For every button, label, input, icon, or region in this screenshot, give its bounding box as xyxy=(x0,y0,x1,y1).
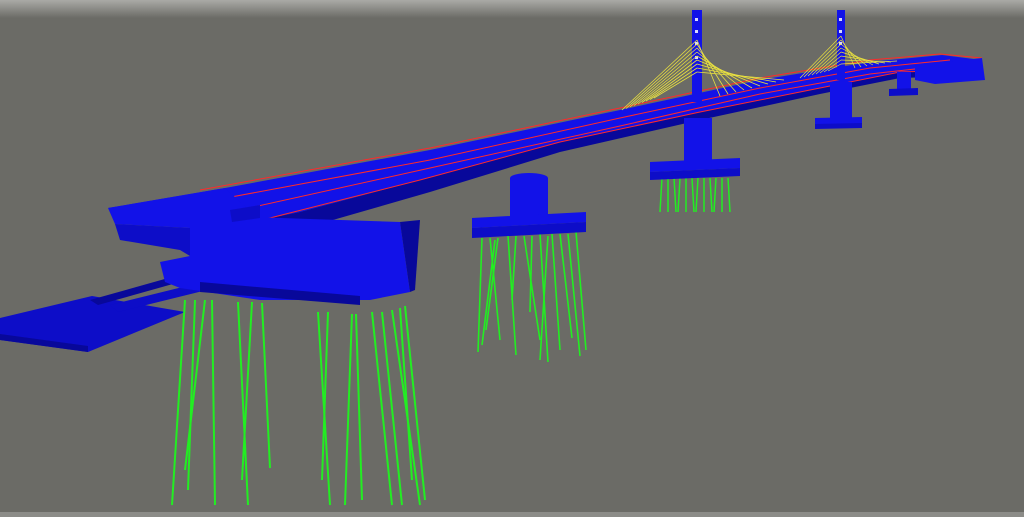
pile xyxy=(241,301,253,481)
bridge-deck-side xyxy=(260,70,965,230)
pile xyxy=(511,235,517,301)
stay-cable xyxy=(696,47,737,93)
piles-mid xyxy=(477,231,587,363)
pier-1 xyxy=(472,173,586,238)
pile xyxy=(727,177,731,213)
pile xyxy=(211,299,216,506)
pile xyxy=(371,311,393,506)
pile xyxy=(381,311,403,506)
pile xyxy=(673,177,677,213)
pile xyxy=(709,177,713,213)
status-strip xyxy=(0,512,1024,517)
pile xyxy=(355,313,363,501)
3d-viewport[interactable] xyxy=(0,0,1024,517)
piles-near xyxy=(171,299,426,506)
bridge-model xyxy=(0,10,985,506)
pile xyxy=(261,302,271,469)
pile xyxy=(551,233,561,351)
pile xyxy=(399,307,413,481)
pylon-2 xyxy=(837,10,845,80)
stay-cable xyxy=(649,67,698,100)
stay-cable xyxy=(696,67,777,83)
pile xyxy=(695,177,699,213)
piles-far xyxy=(659,177,731,213)
abutment-body xyxy=(160,215,410,300)
pile xyxy=(529,235,533,313)
pile xyxy=(677,177,681,213)
pile xyxy=(481,239,496,346)
stay-cable xyxy=(653,71,698,99)
pile xyxy=(344,313,353,506)
pile xyxy=(171,299,186,506)
pile xyxy=(477,237,483,353)
pile xyxy=(659,177,663,213)
pile xyxy=(713,177,717,213)
pile xyxy=(691,177,695,213)
